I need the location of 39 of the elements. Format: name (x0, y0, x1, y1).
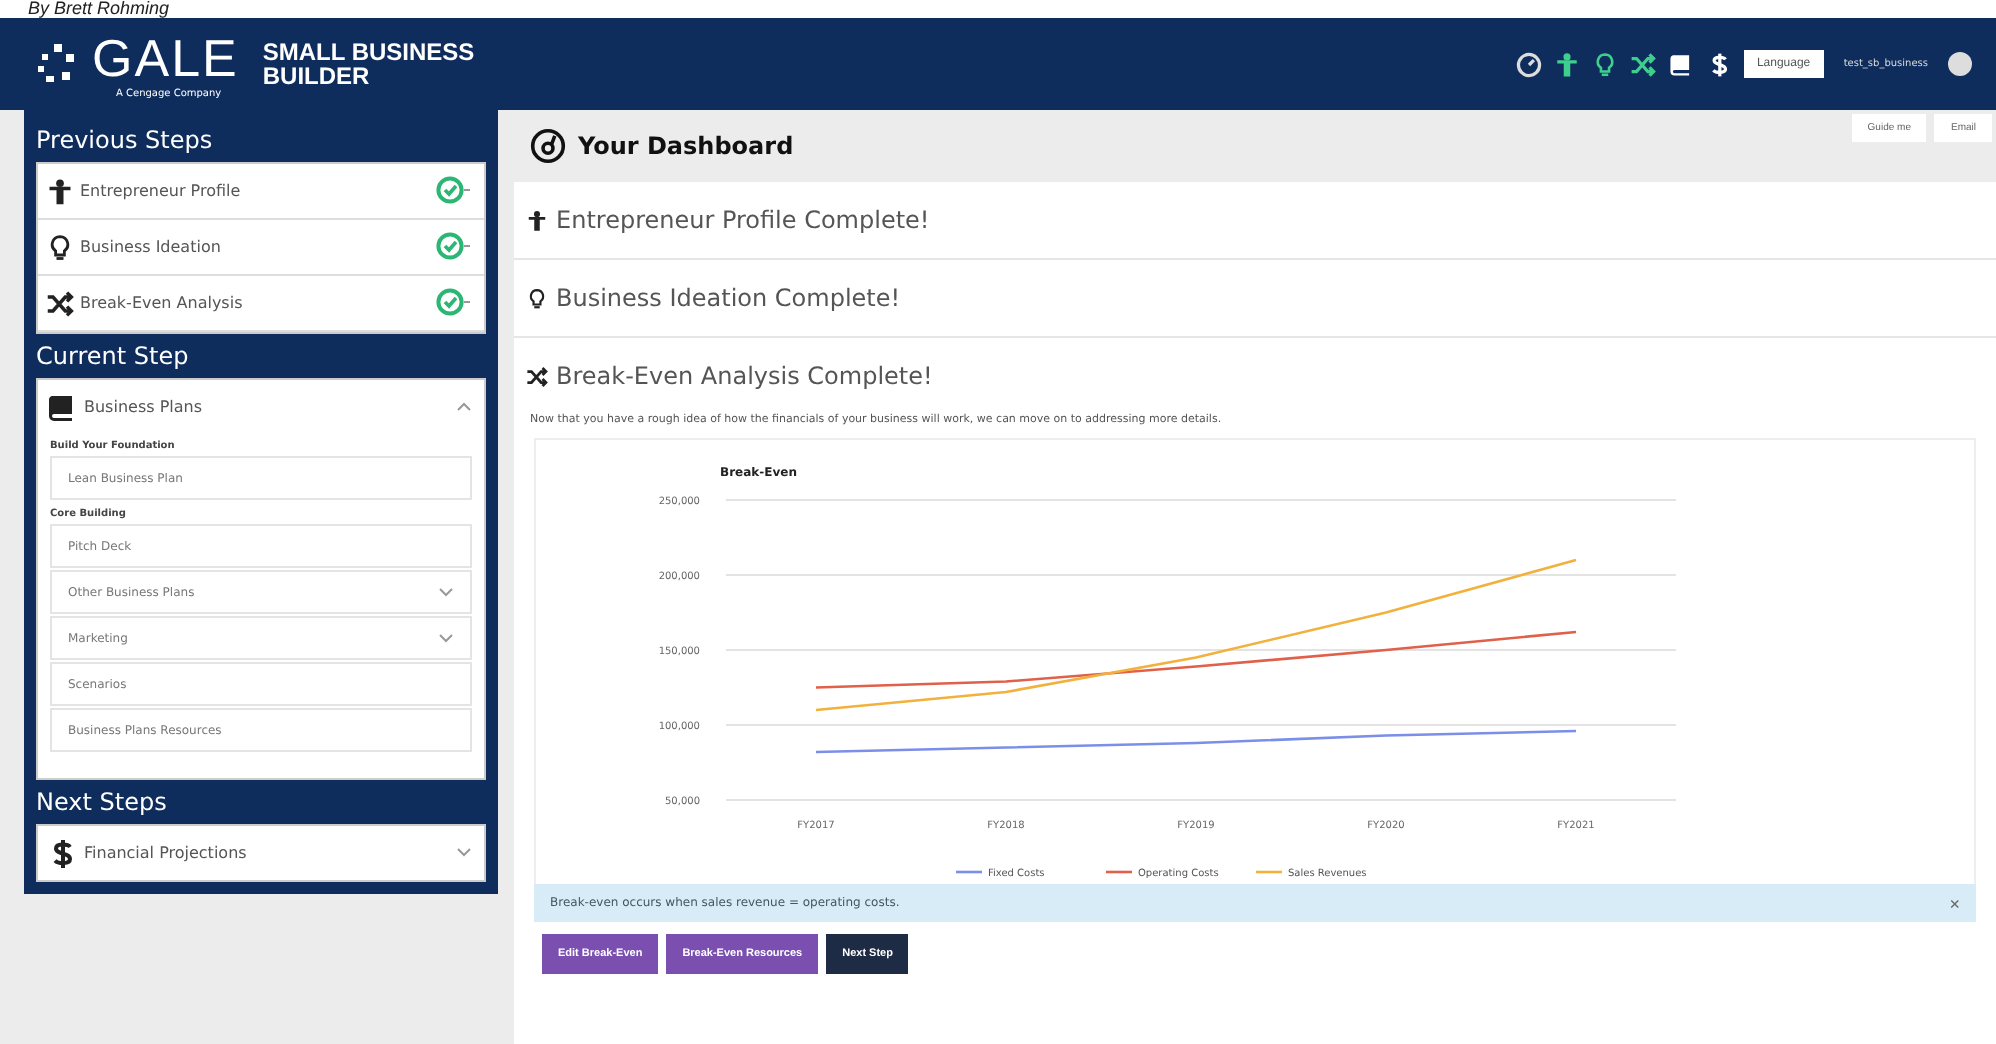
step-item[interactable]: Business Ideation (38, 220, 484, 276)
step-item[interactable]: Break-Even Analysis (38, 276, 484, 332)
step-item[interactable]: Financial Projections (38, 826, 484, 880)
close-button[interactable]: × (1949, 893, 1960, 913)
check-circle-icon (436, 231, 472, 259)
dashboard-icon (1515, 51, 1542, 77)
shuffle-icon (1629, 51, 1656, 77)
byline: By Brett Rohming (0, 0, 1996, 18)
dashboard-icon (530, 128, 566, 164)
bulb-icon (46, 233, 74, 261)
section-heading: Entrepreneur Profile Complete! (556, 206, 930, 234)
logo-icon (36, 42, 80, 86)
section-title: Previous Steps (36, 124, 215, 158)
brand-name: GALE (92, 28, 239, 88)
person-icon (46, 177, 74, 205)
person-icon (526, 209, 548, 231)
section-heading: Break-Even Analysis Complete! (556, 362, 933, 390)
step-item[interactable]: Entrepreneur Profile (38, 164, 484, 220)
shuffle-icon (526, 365, 548, 387)
avatar-icon[interactable] (1948, 52, 1972, 76)
bulb-icon (526, 287, 548, 309)
chevron-icon (456, 846, 472, 858)
product-name: SMALL BUSINESS (262, 40, 475, 64)
chevron-icon (438, 632, 454, 644)
chevron-icon (438, 586, 454, 598)
section-title: Next Steps (36, 786, 169, 820)
section-title: Current Step (36, 340, 191, 374)
step-item[interactable]: Business Plans (38, 380, 484, 434)
person-icon (1553, 51, 1580, 77)
book-icon (1667, 51, 1694, 77)
page-title: Your Dashboard (578, 132, 794, 160)
shuffle-icon (46, 289, 74, 317)
check-circle-icon (436, 175, 472, 203)
book-icon (46, 391, 78, 423)
section-heading: Business Ideation Complete! (556, 284, 901, 312)
check-circle-icon (436, 287, 472, 315)
chevron-icon (456, 400, 472, 412)
product-name: BUILDER (262, 64, 372, 88)
bulb-icon (1591, 51, 1618, 77)
